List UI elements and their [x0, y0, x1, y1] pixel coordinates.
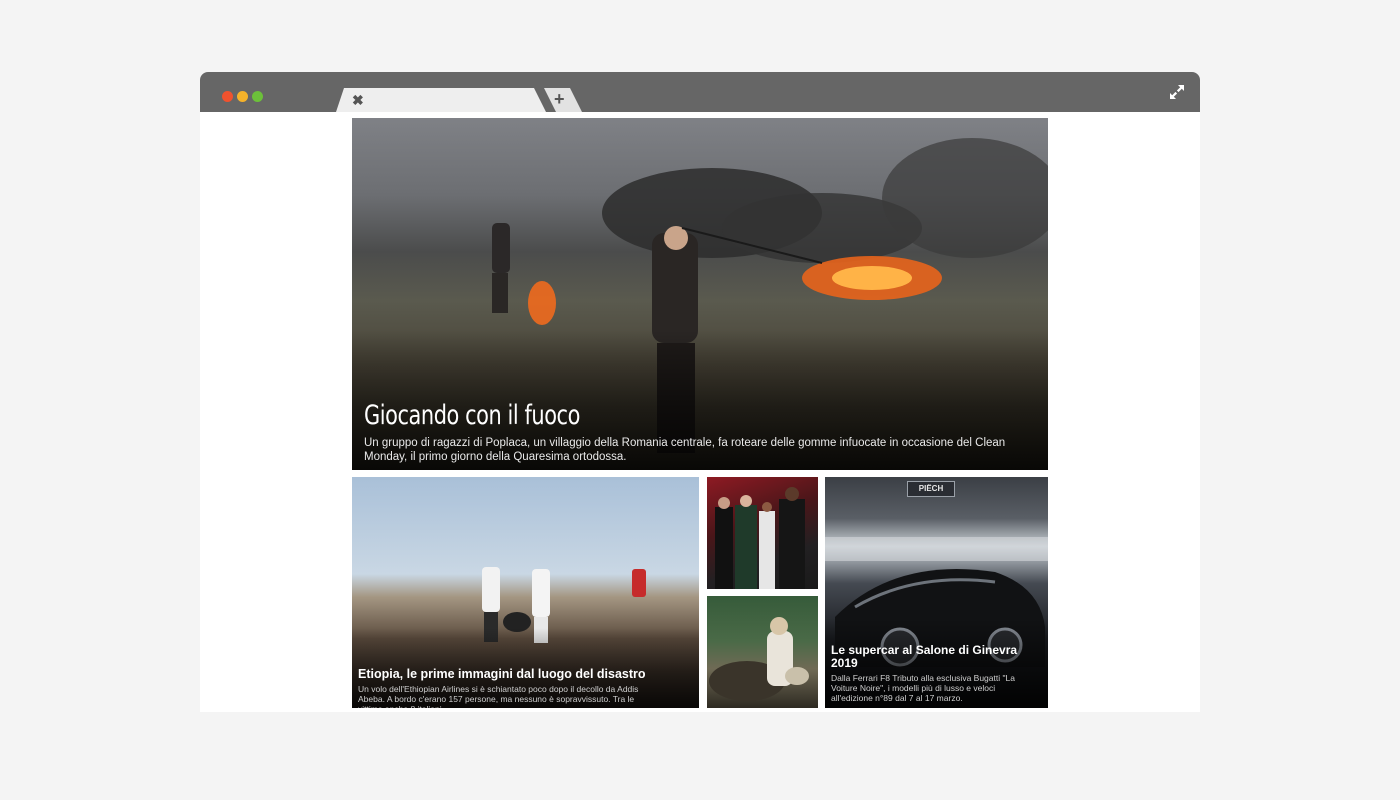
browser-window: ✖ + Giocando con il fuoco Un gruppo di r…: [200, 72, 1200, 712]
plus-icon: +: [554, 89, 565, 109]
brand-sign: PIËCH: [907, 481, 955, 497]
browser-tab[interactable]: ✖: [336, 88, 546, 112]
geneva-title[interactable]: Le supercar al Salone di Ginevra 2019: [831, 644, 1031, 670]
page-viewport: Giocando con il fuoco Un gruppo di ragaz…: [200, 112, 1200, 712]
portrait-photo: [709, 617, 809, 701]
story-card-ethiopia[interactable]: Etiopia, le prime immagini dal luogo del…: [352, 477, 699, 708]
ethiopia-summary: Un volo dell'Ethiopian Airlines si è sch…: [358, 684, 639, 708]
close-icon[interactable]: ✖: [352, 92, 364, 108]
hero-title[interactable]: Giocando con il fuoco: [364, 400, 580, 431]
window-close-button[interactable]: [222, 91, 233, 102]
hero-summary: Un gruppo di ragazzi di Poplaca, un vill…: [364, 437, 1006, 463]
story-card-portrait[interactable]: [707, 596, 818, 708]
story-card-oscars[interactable]: [707, 477, 818, 589]
browser-titlebar: ✖ +: [200, 72, 1200, 112]
ethiopia-title[interactable]: Etiopia, le prime immagini dal luogo del…: [358, 667, 646, 681]
story-card-geneva[interactable]: PIËCH Le supercar al Salone di Ginevra 2…: [825, 477, 1048, 708]
geneva-summary: Dalla Ferrari F8 Tributo alla esclusiva …: [831, 673, 1015, 703]
window-maximize-button[interactable]: [252, 91, 263, 102]
window-minimize-button[interactable]: [237, 91, 248, 102]
expand-icon[interactable]: [1168, 83, 1186, 101]
hero-story-card[interactable]: Giocando con il fuoco Un gruppo di ragaz…: [352, 118, 1048, 470]
oscars-photo: [715, 487, 805, 589]
